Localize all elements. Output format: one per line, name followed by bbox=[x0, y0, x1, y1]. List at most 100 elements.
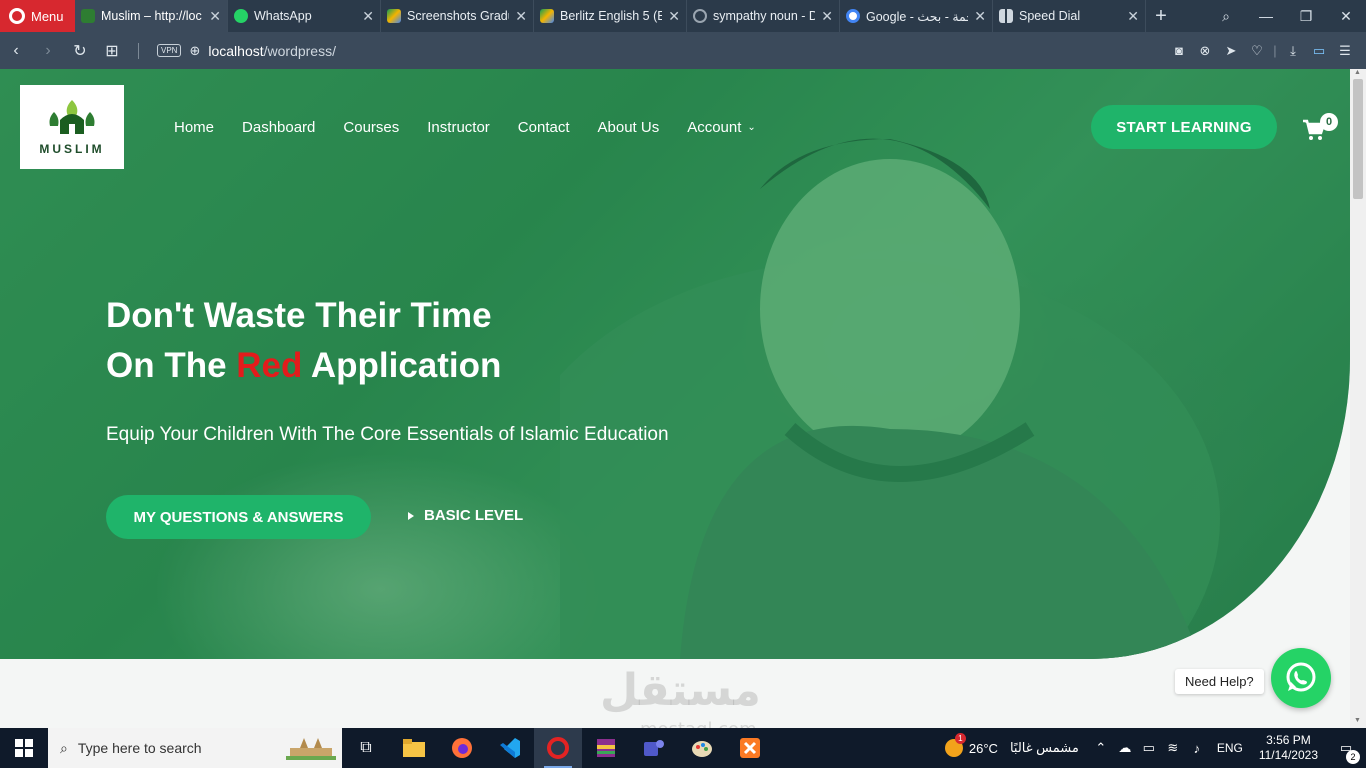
chevron-up-icon[interactable]: ⌃ bbox=[1089, 740, 1113, 756]
tab-search-icon[interactable]: ⌕ bbox=[1206, 8, 1246, 25]
search-placeholder: Type here to search bbox=[77, 740, 202, 756]
tab-title: Speed Dial bbox=[1019, 9, 1081, 23]
basic-level-link[interactable]: BASIC LEVEL bbox=[408, 507, 523, 524]
teams-button[interactable] bbox=[630, 728, 678, 768]
cart-button[interactable]: 0 bbox=[1302, 113, 1338, 141]
restore-icon[interactable]: ❐ bbox=[1286, 8, 1326, 25]
nav-contact[interactable]: Contact bbox=[504, 115, 584, 140]
windows-taskbar: ⌕ Type here to search ⧉ 1 26°C مشمس غالب… bbox=[0, 728, 1366, 768]
new-tab-button[interactable]: + bbox=[1146, 0, 1176, 32]
start-learning-button[interactable]: START LEARNING bbox=[1091, 105, 1277, 149]
onedrive-icon[interactable]: ☁ bbox=[1113, 740, 1137, 756]
close-tab-icon[interactable]: ✕ bbox=[515, 8, 527, 25]
nav-dashboard[interactable]: Dashboard bbox=[228, 115, 329, 140]
nav-instructor[interactable]: Instructor bbox=[413, 115, 504, 140]
clock-time: 3:56 PM bbox=[1266, 733, 1311, 747]
back-icon[interactable]: ‹ bbox=[0, 42, 32, 60]
drive-favicon-icon bbox=[540, 9, 554, 23]
vpn-badge[interactable]: VPN bbox=[157, 44, 182, 57]
close-tab-icon[interactable]: ✕ bbox=[209, 8, 221, 25]
firefox-button[interactable] bbox=[438, 728, 486, 768]
winrar-button[interactable] bbox=[582, 728, 630, 768]
opera-logo-icon bbox=[9, 8, 25, 24]
opera-button[interactable] bbox=[534, 728, 582, 768]
window-controls: ⌕ — ❐ ✕ bbox=[1206, 0, 1366, 32]
paint-palette-icon bbox=[692, 741, 712, 757]
muslim-favicon-icon bbox=[81, 9, 95, 23]
task-view-button[interactable]: ⧉ bbox=[342, 728, 390, 768]
headline-line2-pre: On The bbox=[106, 346, 237, 385]
tab-sympathy[interactable]: sympathy noun - D ✕ bbox=[687, 0, 840, 32]
nav-account[interactable]: Account ⌄ bbox=[673, 115, 770, 140]
winrar-icon bbox=[597, 739, 615, 757]
camera-icon[interactable]: ◙ bbox=[1166, 43, 1192, 58]
xampp-icon bbox=[740, 738, 760, 758]
nav-label: Account bbox=[687, 119, 742, 136]
tab-screenshots[interactable]: Screenshots Gradu ✕ bbox=[381, 0, 534, 32]
close-tab-icon[interactable]: ✕ bbox=[362, 8, 374, 25]
browser-tab-bar: Menu Muslim – http://loc ✕ WhatsApp ✕ Sc… bbox=[0, 0, 1366, 32]
address-actions: ◙ ⊗ ➤ ♡ | ⤓ ▭ ☰ bbox=[1166, 43, 1366, 59]
block-ads-icon[interactable]: ⊗ bbox=[1192, 43, 1218, 59]
whatsapp-favicon-icon bbox=[234, 9, 248, 23]
notification-center-button[interactable]: ▭ 2 bbox=[1326, 740, 1366, 764]
tab-google[interactable]: Google - ترجمة - بحث ✕ bbox=[840, 0, 993, 32]
opera-menu-button[interactable]: Menu bbox=[0, 0, 75, 32]
windows-logo-icon bbox=[15, 739, 33, 757]
close-window-icon[interactable]: ✕ bbox=[1326, 8, 1366, 25]
tab-speed-dial[interactable]: Speed Dial ✕ bbox=[993, 0, 1146, 32]
wifi-icon[interactable]: ≋ bbox=[1161, 740, 1185, 756]
my-questions-answers-button[interactable]: MY QUESTIONS & ANSWERS bbox=[106, 495, 371, 539]
file-explorer-button[interactable] bbox=[390, 728, 438, 768]
cart-count-badge: 0 bbox=[1320, 113, 1338, 131]
tab-berlitz[interactable]: Berlitz English 5 (E ✕ bbox=[534, 0, 687, 32]
tab-title: Google - ترجمة - بحث bbox=[866, 9, 968, 24]
url-path: /wordpress/ bbox=[263, 42, 336, 59]
close-tab-icon[interactable]: ✕ bbox=[821, 8, 833, 25]
scroll-up-icon[interactable]: ▲ bbox=[1354, 69, 1361, 76]
close-tab-icon[interactable]: ✕ bbox=[1127, 8, 1139, 25]
nav-about-us[interactable]: About Us bbox=[584, 115, 674, 140]
taskbar-search[interactable]: ⌕ Type here to search bbox=[48, 728, 342, 768]
nav-label: Contact bbox=[517, 119, 570, 136]
send-icon[interactable]: ➤ bbox=[1218, 43, 1244, 59]
battery-icon[interactable]: ▭ bbox=[1137, 740, 1161, 756]
headline-line1: Don't Waste Their Time bbox=[106, 296, 492, 335]
heart-icon[interactable]: ♡ bbox=[1244, 43, 1270, 59]
task-view-icon: ⧉ bbox=[360, 739, 372, 756]
vscode-button[interactable] bbox=[486, 728, 534, 768]
weather-text: مشمس غالبًا bbox=[1009, 740, 1079, 755]
xampp-button[interactable] bbox=[726, 728, 774, 768]
scroll-down-icon[interactable]: ▼ bbox=[1354, 717, 1361, 724]
weather-widget[interactable]: 1 26°C مشمس غالبًا bbox=[935, 733, 1089, 757]
weather-badge: 1 bbox=[954, 733, 966, 744]
download-icon[interactable]: ⤓ bbox=[1280, 43, 1306, 59]
nav-courses[interactable]: Courses bbox=[329, 115, 413, 140]
language-indicator[interactable]: ENG bbox=[1209, 741, 1251, 755]
watermark-url: mostaql.com bbox=[640, 719, 757, 728]
paint-button[interactable] bbox=[678, 728, 726, 768]
whatsapp-chat-button[interactable] bbox=[1271, 648, 1331, 708]
firefox-icon bbox=[452, 738, 472, 758]
tabs-grid-icon[interactable]: ⊞ bbox=[96, 41, 128, 61]
clock[interactable]: 3:56 PM 11/14/2023 bbox=[1251, 733, 1326, 763]
tab-muslim[interactable]: Muslim – http://loc ✕ bbox=[75, 0, 228, 32]
scroll-thumb[interactable] bbox=[1353, 79, 1363, 199]
nav-label: About Us bbox=[597, 119, 660, 136]
url-field[interactable]: localhost/wordpress/ bbox=[208, 43, 336, 59]
nav-home[interactable]: Home bbox=[160, 115, 228, 140]
web-page: MUSLIM Home Dashboard Courses Instructor… bbox=[0, 69, 1350, 728]
windows-start-button[interactable] bbox=[0, 728, 48, 768]
tab-whatsapp[interactable]: WhatsApp ✕ bbox=[228, 0, 381, 32]
volume-icon[interactable]: ♪ bbox=[1185, 741, 1209, 756]
close-tab-icon[interactable]: ✕ bbox=[974, 8, 986, 25]
page-scrollbar[interactable]: ▲ ▼ bbox=[1350, 69, 1366, 728]
minimize-icon[interactable]: — bbox=[1246, 8, 1286, 24]
need-help-tooltip[interactable]: Need Help? bbox=[1175, 669, 1264, 694]
reload-icon[interactable]: ↻ bbox=[64, 41, 96, 61]
site-logo[interactable]: MUSLIM bbox=[20, 85, 124, 169]
forward-icon[interactable]: › bbox=[32, 42, 64, 60]
close-tab-icon[interactable]: ✕ bbox=[668, 8, 680, 25]
battery-saver-icon[interactable]: ▭ bbox=[1306, 43, 1332, 59]
easy-setup-icon[interactable]: ☰ bbox=[1332, 43, 1358, 59]
